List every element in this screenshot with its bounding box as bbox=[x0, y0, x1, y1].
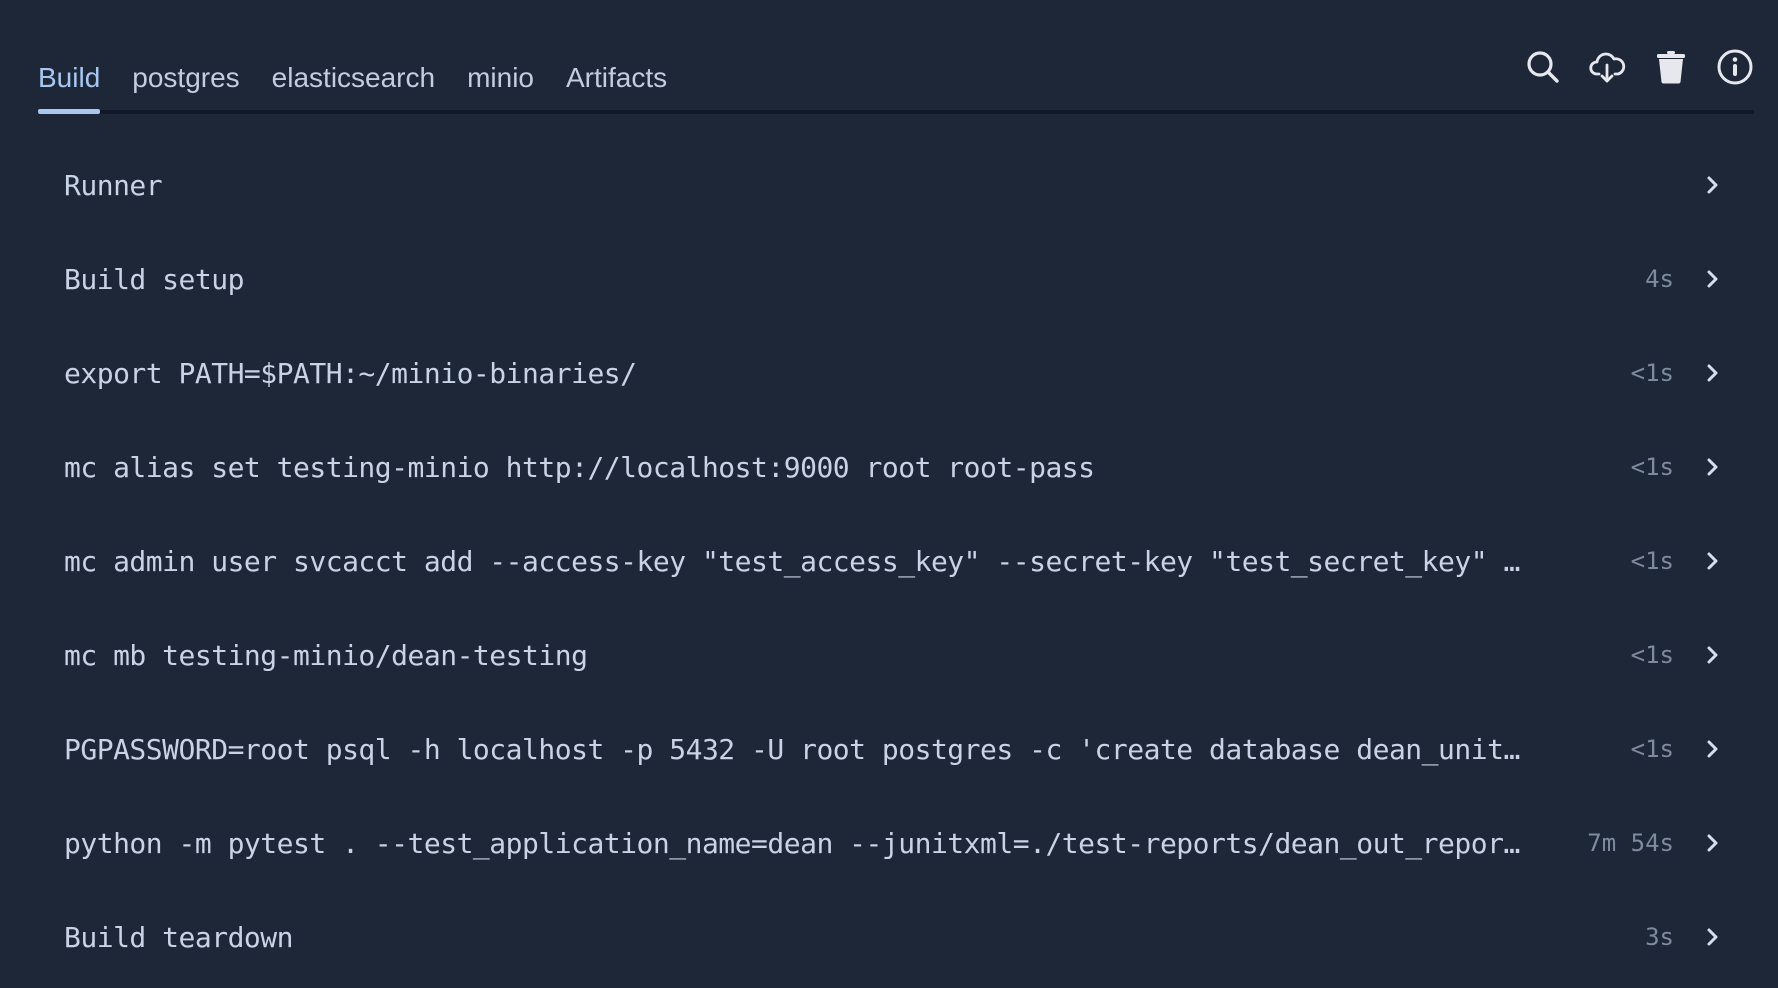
step-duration: 3s bbox=[1645, 923, 1674, 951]
chevron-right-icon[interactable] bbox=[1704, 362, 1722, 384]
step-row-build-teardown[interactable]: Build teardown 3s bbox=[38, 890, 1754, 984]
step-name: export PATH=$PATH:~/minio-binaries/ bbox=[64, 356, 637, 390]
step-name: mc admin user svcacct add --access-key "… bbox=[64, 544, 1520, 578]
step-duration: <1s bbox=[1630, 735, 1674, 763]
step-name: Build setup bbox=[64, 262, 244, 296]
step-row-pytest[interactable]: python -m pytest . --test_application_na… bbox=[38, 796, 1754, 890]
trash-icon bbox=[1657, 51, 1685, 84]
chevron-right-icon[interactable] bbox=[1704, 738, 1722, 760]
chevron-right-icon[interactable] bbox=[1704, 456, 1722, 478]
step-duration: <1s bbox=[1630, 359, 1674, 387]
search-button[interactable] bbox=[1524, 48, 1562, 86]
search-icon bbox=[1527, 51, 1559, 83]
step-name: PGPASSWORD=root psql -h localhost -p 543… bbox=[64, 732, 1520, 766]
chevron-right-icon[interactable] bbox=[1704, 926, 1722, 948]
step-row-export-path[interactable]: export PATH=$PATH:~/minio-binaries/ <1s bbox=[38, 326, 1754, 420]
step-name: mc alias set testing-minio http://localh… bbox=[64, 450, 1095, 484]
build-steps-list: Runner Build setup 4s export PATH=$PATH:… bbox=[38, 138, 1754, 984]
step-row-mc-alias[interactable]: mc alias set testing-minio http://localh… bbox=[38, 420, 1754, 514]
tab-elasticsearch[interactable]: elasticsearch bbox=[272, 58, 435, 110]
step-row-mc-admin-svcacct[interactable]: mc admin user svcacct add --access-key "… bbox=[38, 514, 1754, 608]
download-button[interactable] bbox=[1588, 48, 1626, 86]
step-name: python -m pytest . --test_application_na… bbox=[64, 826, 1520, 860]
toolbar-actions bbox=[1524, 48, 1754, 86]
step-row-runner[interactable]: Runner bbox=[38, 138, 1754, 232]
tab-bar: Build postgres elasticsearch minio Artif… bbox=[38, 40, 1754, 114]
step-duration: <1s bbox=[1630, 547, 1674, 575]
chevron-right-icon[interactable] bbox=[1704, 550, 1722, 572]
step-name: mc mb testing-minio/dean-testing bbox=[64, 638, 588, 672]
tab-postgres[interactable]: postgres bbox=[132, 58, 239, 110]
chevron-right-icon[interactable] bbox=[1704, 644, 1722, 666]
tab-minio[interactable]: minio bbox=[467, 58, 534, 110]
chevron-right-icon[interactable] bbox=[1704, 268, 1722, 290]
chevron-right-icon[interactable] bbox=[1704, 832, 1722, 854]
chevron-right-icon[interactable] bbox=[1704, 174, 1722, 196]
step-duration: <1s bbox=[1630, 641, 1674, 669]
info-icon bbox=[1717, 49, 1753, 85]
cloud-download-icon bbox=[1589, 52, 1626, 83]
tab-artifacts[interactable]: Artifacts bbox=[566, 58, 667, 110]
tab-build[interactable]: Build bbox=[38, 58, 101, 114]
step-row-build-setup[interactable]: Build setup 4s bbox=[38, 232, 1754, 326]
step-duration: 4s bbox=[1645, 265, 1674, 293]
step-row-psql-create-db[interactable]: PGPASSWORD=root psql -h localhost -p 543… bbox=[38, 702, 1754, 796]
step-row-mc-mb[interactable]: mc mb testing-minio/dean-testing <1s bbox=[38, 608, 1754, 702]
step-name: Build teardown bbox=[64, 920, 294, 954]
tabs: Build postgres elasticsearch minio Artif… bbox=[38, 58, 699, 114]
delete-button[interactable] bbox=[1652, 48, 1690, 86]
step-name: Runner bbox=[64, 168, 163, 202]
info-button[interactable] bbox=[1716, 48, 1754, 86]
step-duration: <1s bbox=[1630, 453, 1674, 481]
step-duration: 7m 54s bbox=[1587, 829, 1674, 857]
